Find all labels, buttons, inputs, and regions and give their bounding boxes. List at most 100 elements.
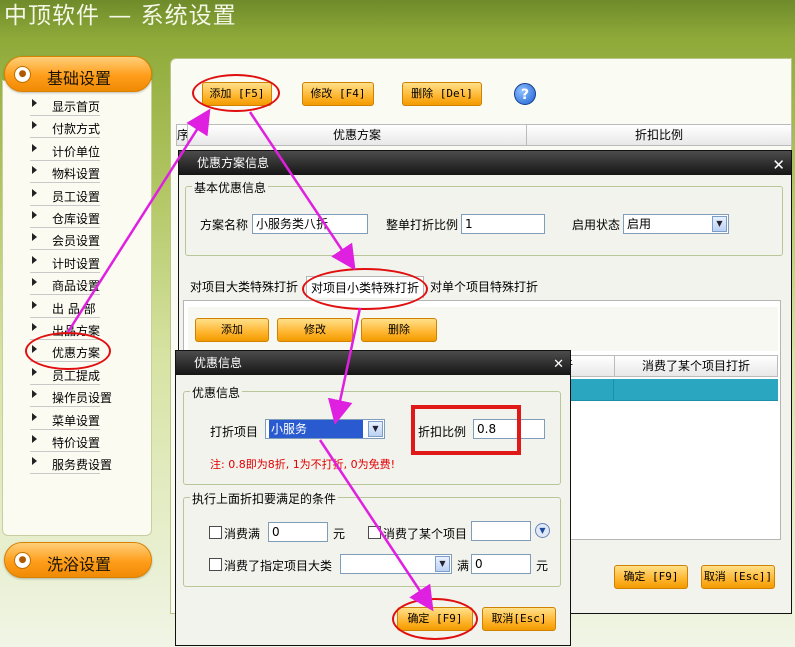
dropdown-arrow-icon[interactable]: ▼ — [535, 523, 550, 538]
edit-button[interactable]: 修改 [F4] — [302, 82, 374, 106]
chevron-down-icon[interactable]: ▼ — [368, 421, 383, 437]
arrow-right-icon — [32, 457, 37, 466]
spent-item-label: 消费了某个项目 — [383, 527, 468, 541]
category-bath-button[interactable]: ● 洗浴设置 — [4, 542, 152, 578]
grid-header-scheme[interactable]: 优惠方案 — [187, 124, 527, 146]
delete-button[interactable]: 删除 [Del] — [402, 82, 482, 106]
arrow-right-icon — [32, 166, 37, 175]
sidebar-item-member[interactable]: 会员设置 — [30, 230, 101, 251]
scheme-name-label: 方案名称 — [200, 218, 249, 232]
yuan-label: 元 — [333, 527, 346, 541]
arrow-right-icon — [32, 278, 37, 287]
grid-header-ratio[interactable]: 折扣比例 — [526, 124, 792, 146]
status-select[interactable]: 启用 ▼ — [623, 214, 729, 234]
discount-dialog-title: 优惠信息 — [194, 356, 243, 370]
tab-single-item[interactable]: 对单个项目特殊打折 — [426, 276, 542, 298]
sidebar-item-label: 计价单位 — [52, 144, 101, 159]
sidebar-item-label: 付款方式 — [52, 122, 101, 137]
scheme-dialog-titlebar[interactable]: 优惠方案信息 ✕ — [179, 151, 791, 175]
basic-info-legend: 基本优惠信息 — [192, 179, 269, 196]
annotation-oval-add — [192, 74, 280, 112]
sidebar-item-unit[interactable]: 计价单位 — [30, 141, 100, 161]
sidebar-item-output-dept[interactable]: 出 品 部 — [30, 298, 100, 318]
sidebar-item-label: 商品设置 — [52, 279, 101, 294]
sidebar-item-label: 会员设置 — [52, 234, 101, 249]
annotation-oval-ok — [392, 598, 478, 640]
sidebar-item-label: 服务费设置 — [52, 458, 113, 473]
sidebar-item-label: 仓库设置 — [52, 212, 101, 226]
discount-item-select[interactable]: 小服务 ▼ — [265, 419, 385, 439]
spent-item-input[interactable] — [471, 521, 531, 541]
sidebar-item-operator[interactable]: 操作员设置 — [30, 387, 112, 408]
sidebar-item-label: 计时设置 — [52, 256, 101, 271]
category-basic-label: 基础设置 — [47, 69, 112, 88]
sub-grid-header-last[interactable]: 消费了某个项目打折 — [614, 355, 778, 377]
arrow-right-icon — [32, 211, 37, 219]
discount-dialog-titlebar[interactable]: 优惠信息 ✕ — [176, 351, 570, 375]
scheme-cancel-button[interactable]: 取消 [Esc]] — [701, 565, 775, 589]
conditions-legend: 执行上面折扣要满足的条件 — [190, 490, 339, 507]
sidebar-item-staff[interactable]: 员工设置 — [30, 186, 100, 206]
spend-full-checkbox[interactable] — [209, 526, 222, 539]
chevron-down-icon[interactable]: ▼ — [712, 216, 727, 232]
sidebar-item-payment[interactable]: 付款方式 — [30, 118, 101, 139]
sub-edit-button[interactable]: 修改 — [277, 318, 353, 342]
arrow-right-icon — [32, 121, 37, 130]
sidebar-item-timing[interactable]: 计时设置 — [30, 253, 100, 273]
app-title: 中顶软件 — 系统设置 — [4, 3, 237, 29]
spend-full-input[interactable]: 0 — [268, 522, 328, 542]
arrow-right-icon — [32, 390, 37, 399]
selected-row[interactable] — [560, 379, 778, 401]
sidebar-item-service-fee[interactable]: 服务费设置 — [30, 454, 112, 475]
full-amount-input[interactable]: 0 — [471, 554, 531, 574]
yuan-label-2: 元 — [536, 559, 549, 573]
arrow-right-icon — [32, 143, 37, 152]
sidebar-item-special-price[interactable]: 特价设置 — [30, 432, 100, 452]
scheme-ok-button[interactable]: 确定 [F9] — [614, 565, 688, 589]
help-icon[interactable]: ? — [514, 83, 536, 105]
discount-item-value: 小服务 — [269, 420, 363, 438]
sidebar-item-menu[interactable]: 菜单设置 — [30, 410, 100, 430]
scheme-dialog-title: 优惠方案信息 — [197, 156, 270, 170]
arrow-right-icon — [32, 412, 37, 421]
arrow-right-icon — [32, 367, 37, 376]
discount-item-label: 打折项目 — [210, 425, 259, 439]
arrow-right-icon — [32, 300, 37, 309]
spent-category-select[interactable]: ▼ — [340, 554, 452, 574]
sidebar-item-product[interactable]: 商品设置 — [30, 275, 101, 296]
spent-category-checkbox[interactable] — [209, 558, 222, 571]
expand-icon: ● — [14, 66, 31, 83]
overall-ratio-input[interactable]: 1 — [461, 214, 545, 234]
discount-info-legend: 优惠信息 — [190, 384, 243, 401]
arrow-right-icon — [32, 99, 37, 107]
chevron-down-icon[interactable]: ▼ — [435, 556, 450, 572]
sidebar-item-home[interactable]: 显示首页 — [30, 96, 100, 116]
arrow-right-icon — [32, 323, 37, 331]
sidebar-item-warehouse[interactable]: 仓库设置 — [30, 208, 100, 228]
expand-icon: ● — [14, 552, 31, 569]
scheme-name-input[interactable]: 小服务类八折 — [252, 214, 368, 234]
close-icon[interactable]: ✕ — [772, 153, 785, 177]
full-label: 满 — [457, 559, 470, 573]
sidebar-item-label: 员工设置 — [52, 189, 101, 204]
selected-row-divider — [613, 379, 614, 401]
arrow-right-icon — [32, 233, 37, 242]
sidebar-item-material[interactable]: 物料设置 — [30, 163, 101, 184]
status-value: 启用 — [627, 217, 652, 231]
category-basic-button[interactable]: ● 基础设置 — [4, 56, 152, 92]
annotation-oval-sidebar — [25, 332, 111, 370]
arrow-right-icon — [32, 255, 37, 264]
tab-category[interactable]: 对项目大类特殊打折 — [186, 276, 302, 298]
status-label: 启用状态 — [572, 218, 621, 232]
arrow-right-icon — [32, 435, 37, 443]
spent-item-checkbox[interactable] — [368, 526, 381, 539]
spent-category-label: 消费了指定项目大类 — [224, 559, 333, 573]
sidebar-item-label: 物料设置 — [52, 167, 101, 182]
annotation-rect-ratio — [411, 405, 521, 455]
close-icon[interactable]: ✕ — [553, 353, 564, 377]
discount-cancel-button[interactable]: 取消[Esc] — [482, 607, 556, 631]
category-bath-label: 洗浴设置 — [47, 555, 112, 574]
sub-delete-button[interactable]: 删除 — [361, 318, 437, 342]
sub-add-button[interactable]: 添加 — [195, 318, 269, 342]
discount-note: 注: 0.8即为8折, 1为不打折, 0为免费! — [210, 458, 396, 471]
